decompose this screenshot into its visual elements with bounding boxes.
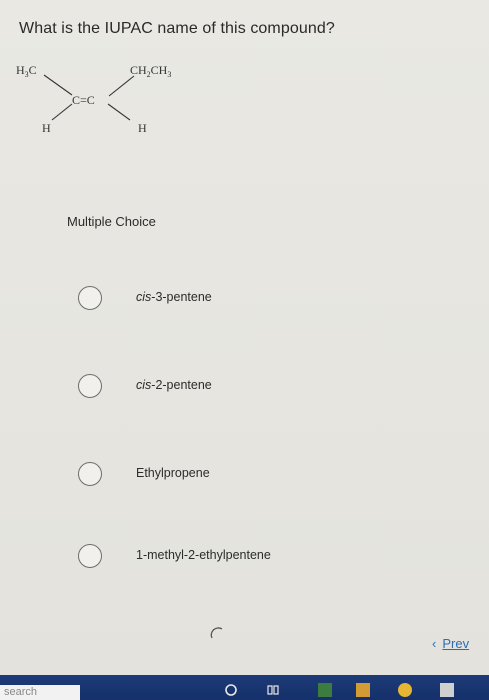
radio-button[interactable] [78,462,102,486]
prev-label: Prev [442,636,470,651]
option-3[interactable]: Ethylpropene [78,462,408,490]
group-h-right: H [138,121,147,135]
double-bond-center: C=C [72,93,95,107]
group-h3c: H3C [16,63,37,79]
loading-spinner-icon [210,627,223,639]
prev-button[interactable]: ‹ Prev [432,636,469,651]
question-title: What is the IUPAC name of this compound? [19,20,335,37]
molecule-structure: H3C CH2CH3 C=C H H [16,63,171,135]
taskbar-search-input[interactable]: search [0,685,80,700]
option-text: cis-3-pentene [136,290,212,304]
option-text: 1-methyl-2-ethylpentene [136,548,271,562]
option-2[interactable]: cis-2-pentene [78,374,408,402]
group-ch2ch3: CH2CH3 [130,63,171,79]
radio-button[interactable] [78,286,102,310]
option-1[interactable]: cis-3-pentene [78,286,408,314]
browser-icon[interactable] [398,683,412,697]
chevron-left-icon: ‹ [432,636,437,651]
cortana-icon[interactable] [224,683,238,697]
radio-button[interactable] [78,544,102,568]
folder-icon[interactable] [356,683,370,697]
group-h-left: H [42,121,51,135]
option-text: cis-2-pentene [136,378,212,392]
store-icon[interactable] [440,683,454,697]
option-4[interactable]: 1-methyl-2-ethylpentene [78,544,408,572]
task-view-icon[interactable] [266,683,280,697]
option-text: Ethylpropene [136,466,210,480]
radio-button[interactable] [78,374,102,398]
taskbar: search [0,675,489,700]
multiple-choice-label: Multiple Choice [67,214,156,229]
app-green-icon[interactable] [318,683,332,697]
